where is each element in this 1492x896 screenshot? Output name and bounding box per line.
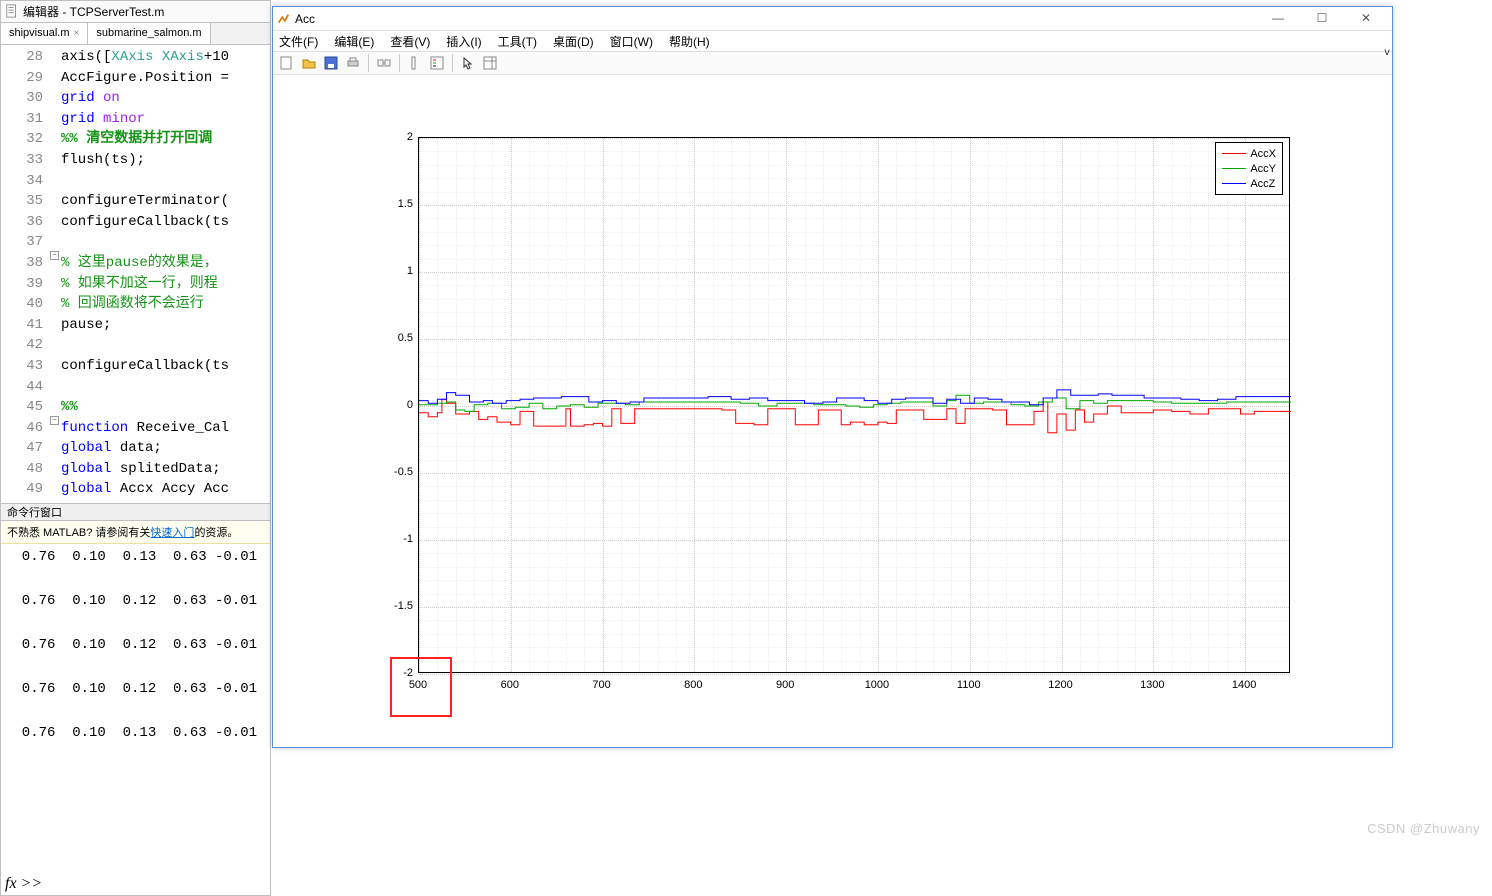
- x-tick-label: 1100: [949, 679, 989, 691]
- editor-titlebar: 编辑器 - TCPServerTest.m: [0, 0, 271, 22]
- code-line[interactable]: % 如果不加这一行，则程: [61, 274, 229, 295]
- link-button[interactable]: [374, 53, 394, 73]
- minimize-button[interactable]: —: [1256, 8, 1300, 30]
- code-area[interactable]: 2829303132333435363738394041424344454647…: [1, 45, 270, 500]
- code-line[interactable]: configureCallback(ts: [61, 212, 229, 233]
- editor-title-text: 编辑器 - TCPServerTest.m: [23, 5, 164, 19]
- code-line[interactable]: configureCallback(ts: [61, 356, 229, 377]
- editor-window: shipvisual.m× submarine_salmon.m 2829303…: [0, 22, 271, 896]
- y-tick-label: 0: [373, 399, 413, 411]
- y-tick-label: 1.5: [373, 198, 413, 210]
- print-button[interactable]: [343, 53, 363, 73]
- tab-submarine-salmon[interactable]: submarine_salmon.m: [88, 23, 210, 44]
- code-line[interactable]: [61, 232, 229, 253]
- y-tick-label: -0.5: [373, 466, 413, 478]
- code-line[interactable]: grid minor: [61, 109, 229, 130]
- command-window-title: 命令行窗口: [1, 503, 270, 521]
- close-icon[interactable]: ×: [74, 23, 80, 44]
- y-tick-label: 1: [373, 265, 413, 277]
- code-line[interactable]: flush(ts);: [61, 150, 229, 171]
- open-button[interactable]: [299, 53, 319, 73]
- menu-item[interactable]: 插入(I): [446, 33, 481, 50]
- code-line[interactable]: [61, 377, 229, 398]
- figure-toolbar: [273, 51, 1392, 75]
- x-tick-label: 1400: [1224, 679, 1264, 691]
- code-line[interactable]: global data;: [61, 438, 229, 459]
- figure-title-text: Acc: [295, 12, 315, 26]
- save-button[interactable]: [321, 53, 341, 73]
- plottools-button[interactable]: [480, 53, 500, 73]
- x-tick-label: 1300: [1132, 679, 1172, 691]
- y-tick-label: 0.5: [373, 332, 413, 344]
- code-line[interactable]: [61, 171, 229, 192]
- x-tick-label: 1200: [1041, 679, 1081, 691]
- code-line[interactable]: % 这里pause的效果是，: [61, 253, 229, 274]
- code-line[interactable]: grid on: [61, 88, 229, 109]
- x-tick-label: 600: [490, 679, 530, 691]
- figure-window: Acc — ☐ ✕ 文件(F) 编辑(E) 查看(V) 插入(I) 工具(T) 桌面(D)…: [272, 6, 1393, 748]
- legend-button[interactable]: [427, 53, 447, 73]
- chart-axes[interactable]: AccXAccYAccZ: [418, 137, 1290, 673]
- code-line[interactable]: % 回调函数将不会运行: [61, 294, 229, 315]
- legend-entry[interactable]: AccZ: [1222, 176, 1276, 191]
- code-line[interactable]: [61, 335, 229, 356]
- code-line[interactable]: %%: [61, 397, 229, 418]
- y-tick-label: 2: [373, 131, 413, 143]
- code-line[interactable]: function Receive_Cal: [61, 418, 229, 439]
- code-line[interactable]: AccFigure.Position =: [61, 68, 229, 89]
- chart-legend[interactable]: AccXAccYAccZ: [1215, 142, 1283, 195]
- menu-overflow-icon[interactable]: ⅴ: [1384, 47, 1390, 58]
- code-line[interactable]: configureTerminator(: [61, 191, 229, 212]
- tab-shipvisual[interactable]: shipvisual.m×: [1, 23, 88, 44]
- figure-titlebar[interactable]: Acc — ☐ ✕: [273, 7, 1392, 31]
- code-line[interactable]: pause;: [61, 315, 229, 336]
- legend-entry[interactable]: AccY: [1222, 161, 1276, 176]
- editor-tabbar: shipvisual.m× submarine_salmon.m: [1, 23, 270, 45]
- matlab-icon: [277, 12, 291, 26]
- menu-item[interactable]: 文件(F): [279, 33, 318, 50]
- menu-item[interactable]: 窗口(W): [610, 33, 653, 50]
- chart-lines: [419, 138, 1291, 674]
- code-line[interactable]: global splitedData;: [61, 459, 229, 480]
- command-prompt[interactable]: fx >>: [5, 875, 42, 893]
- menu-item[interactable]: 编辑(E): [334, 33, 374, 50]
- maximize-button[interactable]: ☐: [1300, 8, 1344, 30]
- menu-item[interactable]: 桌面(D): [553, 33, 594, 50]
- code-line[interactable]: global Accx Accy Acc: [61, 479, 229, 500]
- code-line[interactable]: axis([XAxis XAxis+10: [61, 47, 229, 68]
- highlight-rect: [390, 657, 452, 717]
- new-figure-button[interactable]: [277, 53, 297, 73]
- chart-axes-container: AccXAccYAccZ -2-1.5-1-0.500.511.52 50060…: [273, 77, 1392, 747]
- x-tick-label: 800: [673, 679, 713, 691]
- watermark-text: CSDN @Zhuwany: [1367, 821, 1480, 836]
- quickstart-link[interactable]: 快速入门: [150, 527, 194, 539]
- close-button[interactable]: ✕: [1344, 8, 1388, 30]
- command-hint: 不熟悉 MATLAB? 请参阅有关快速入门的资源。: [1, 521, 270, 544]
- legend-entry[interactable]: AccX: [1222, 146, 1276, 161]
- document-icon: [5, 4, 19, 18]
- y-tick-label: -1: [373, 533, 413, 545]
- x-tick-label: 900: [765, 679, 805, 691]
- menu-item[interactable]: 帮助(H): [669, 33, 710, 50]
- code-line[interactable]: %% 清空数据并打开回调: [61, 129, 229, 150]
- command-output[interactable]: 0.76 0.10 0.13 0.63 -0.01 0.76 0.10 0.12…: [1, 544, 270, 746]
- y-tick-label: -1.5: [373, 600, 413, 612]
- menu-item[interactable]: 工具(T): [498, 33, 537, 50]
- colorbar-button[interactable]: [405, 53, 425, 73]
- x-tick-label: 700: [582, 679, 622, 691]
- x-tick-label: 1000: [857, 679, 897, 691]
- pointer-button[interactable]: [458, 53, 478, 73]
- figure-menubar: 文件(F) 编辑(E) 查看(V) 插入(I) 工具(T) 桌面(D) 窗口(W) 帮助(H): [273, 31, 1392, 51]
- menu-item[interactable]: 查看(V): [390, 33, 430, 50]
